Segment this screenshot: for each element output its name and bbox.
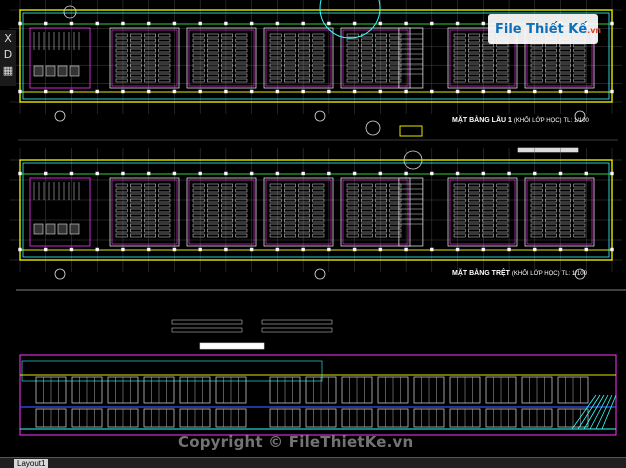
elevation-drawing: [19, 319, 617, 436]
side-toolbar: X D ▦: [0, 30, 16, 86]
cad-viewport[interactable]: MẶT BẰNG LẦU 1 (KHỐI LỚP HỌC) TL: 1/100 …: [0, 0, 626, 468]
plan-title-upper: MẶT BẰNG LẦU 1 (KHỐI LỚP HỌC) TL: 1/100: [452, 117, 589, 124]
logo-text: File Thiết Kế.vn: [495, 21, 602, 37]
toolbar-button-d[interactable]: D: [1, 48, 15, 62]
close-drawing-button[interactable]: X: [1, 32, 15, 46]
cad-drawing[interactable]: [0, 0, 626, 468]
toolbar-button-grid[interactable]: ▦: [1, 64, 15, 78]
floor-plan-ground: [10, 148, 622, 280]
tab-layout1[interactable]: Layout1: [14, 459, 49, 468]
layout-tab-bar: Layout1: [0, 457, 626, 468]
copyright-watermark: Copyright © FileThietKe.vn: [178, 433, 414, 451]
plan-title-ground: MẶT BẰNG TRỆT (KHỐI LỚP HỌC) TL: 1/100: [452, 270, 587, 277]
watermark-logo: File Thiết Kế.vn: [488, 14, 602, 44]
